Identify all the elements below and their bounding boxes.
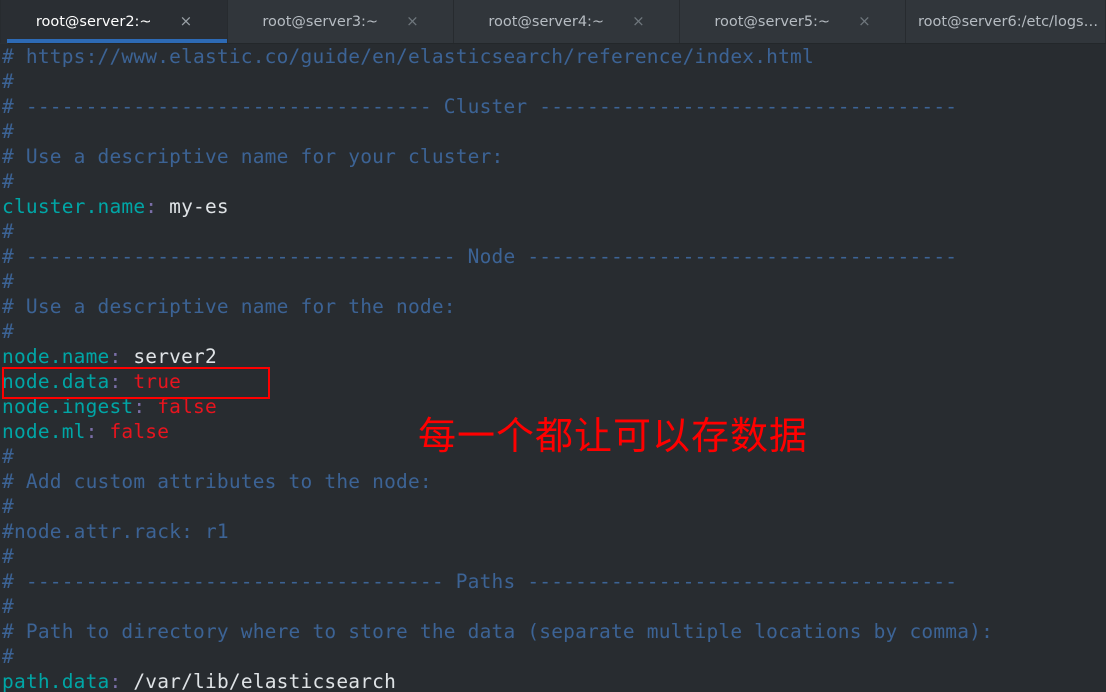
terminal-output[interactable]: # https://www.elastic.co/guide/en/elasti… [0, 44, 1106, 692]
comment-text: # ------------------------------------ N… [2, 245, 958, 268]
terminal-line: # [2, 69, 1106, 94]
annotation-note-text: 每一个都让可以存数据 [418, 414, 809, 458]
terminal-line: # [2, 169, 1106, 194]
close-icon[interactable]: × [406, 14, 419, 29]
tab-label: root@server3:~ [262, 13, 379, 30]
tab-label: root@server6:/etc/logs… [918, 13, 1099, 30]
tab-root-server4[interactable]: root@server4:~ × [454, 0, 680, 43]
terminal-line: path.data: /var/lib/elasticsearch [2, 669, 1106, 692]
config-key: node.ml [2, 420, 86, 443]
config-file-content: # https://www.elastic.co/guide/en/elasti… [2, 44, 1106, 692]
config-key: node.ingest [2, 395, 134, 418]
comment-text: # [2, 595, 14, 618]
tab-label: root@server5:~ [714, 13, 831, 30]
terminal-line: # [2, 269, 1106, 294]
config-value: my-es [157, 195, 229, 218]
config-colon: : [145, 195, 158, 218]
comment-text: # Path to directory where to store the d… [2, 620, 994, 643]
close-icon[interactable]: × [180, 14, 193, 29]
comment-text: # [2, 495, 14, 518]
close-icon[interactable]: × [858, 14, 871, 29]
config-colon: : [109, 670, 122, 692]
comment-text: # https://www.elastic.co/guide/en/elasti… [2, 45, 814, 68]
comment-text: # [2, 645, 14, 668]
terminal-line: # ------------------------------------ N… [2, 244, 1106, 269]
comment-text: # Use a descriptive name for your cluste… [2, 145, 504, 168]
config-colon: : [85, 420, 98, 443]
comment-text: #node.attr.rack: r1 [2, 520, 229, 543]
comment-text: # Add custom attributes to the node: [2, 470, 432, 493]
tab-root-server3[interactable]: root@server3:~ × [228, 0, 454, 43]
comment-text: # [2, 70, 14, 93]
config-colon: : [109, 345, 122, 368]
comment-text: # [2, 170, 14, 193]
terminal-line: # ----------------------------------- Pa… [2, 569, 1106, 594]
terminal-line: # Add custom attributes to the node: [2, 469, 1106, 494]
terminal-line: # [2, 644, 1106, 669]
terminal-line: #node.attr.rack: r1 [2, 519, 1106, 544]
config-key: node.name [2, 345, 110, 368]
comment-text: # [2, 320, 14, 343]
terminal-line: # ---------------------------------- Clu… [2, 94, 1106, 119]
tab-label: root@server4:~ [488, 13, 605, 30]
terminal-line: # [2, 319, 1106, 344]
terminal-line: # Use a descriptive name for the node: [2, 294, 1106, 319]
comment-text: # [2, 270, 14, 293]
config-key: node.data [2, 370, 110, 393]
terminal-line: # Path to directory where to store the d… [2, 619, 1106, 644]
config-value: false [97, 420, 170, 443]
comment-text: # ---------------------------------- Clu… [2, 95, 958, 118]
comment-text: # [2, 220, 14, 243]
tab-label: root@server2:~ [35, 13, 152, 30]
terminal-line: # [2, 494, 1106, 519]
comment-text: # ----------------------------------- Pa… [2, 570, 958, 593]
config-value: true [121, 370, 182, 393]
terminal-line: # [2, 544, 1106, 569]
terminal-line: cluster.name: my-es [2, 194, 1106, 219]
tab-root-server5[interactable]: root@server5:~ × [680, 0, 906, 43]
config-colon: : [109, 370, 122, 393]
terminal-line: # [2, 219, 1106, 244]
config-value: /var/lib/elasticsearch [121, 670, 397, 692]
terminal-line: # [2, 119, 1106, 144]
config-value: false [145, 395, 217, 418]
terminal-line: node.data: true [2, 369, 1106, 394]
config-key: cluster.name [2, 195, 146, 218]
terminal-line: # [2, 594, 1106, 619]
terminal-line: node.name: server2 [2, 344, 1106, 369]
comment-text: # Use a descriptive name for the node: [2, 295, 456, 318]
tab-root-server6[interactable]: root@server6:/etc/logs… [906, 0, 1106, 43]
config-colon: : [133, 395, 146, 418]
tab-root-server2[interactable]: root@server2:~ × [0, 0, 228, 43]
config-key: path.data [2, 670, 110, 692]
comment-text: # [2, 545, 14, 568]
comment-text: # [2, 120, 14, 143]
comment-text: # [2, 445, 14, 468]
close-icon[interactable]: × [632, 14, 645, 29]
config-value: server2 [121, 345, 217, 368]
terminal-line: # https://www.elastic.co/guide/en/elasti… [2, 44, 1106, 69]
terminal-tab-bar: root@server2:~ × root@server3:~ × root@s… [0, 0, 1106, 44]
terminal-line: # Use a descriptive name for your cluste… [2, 144, 1106, 169]
